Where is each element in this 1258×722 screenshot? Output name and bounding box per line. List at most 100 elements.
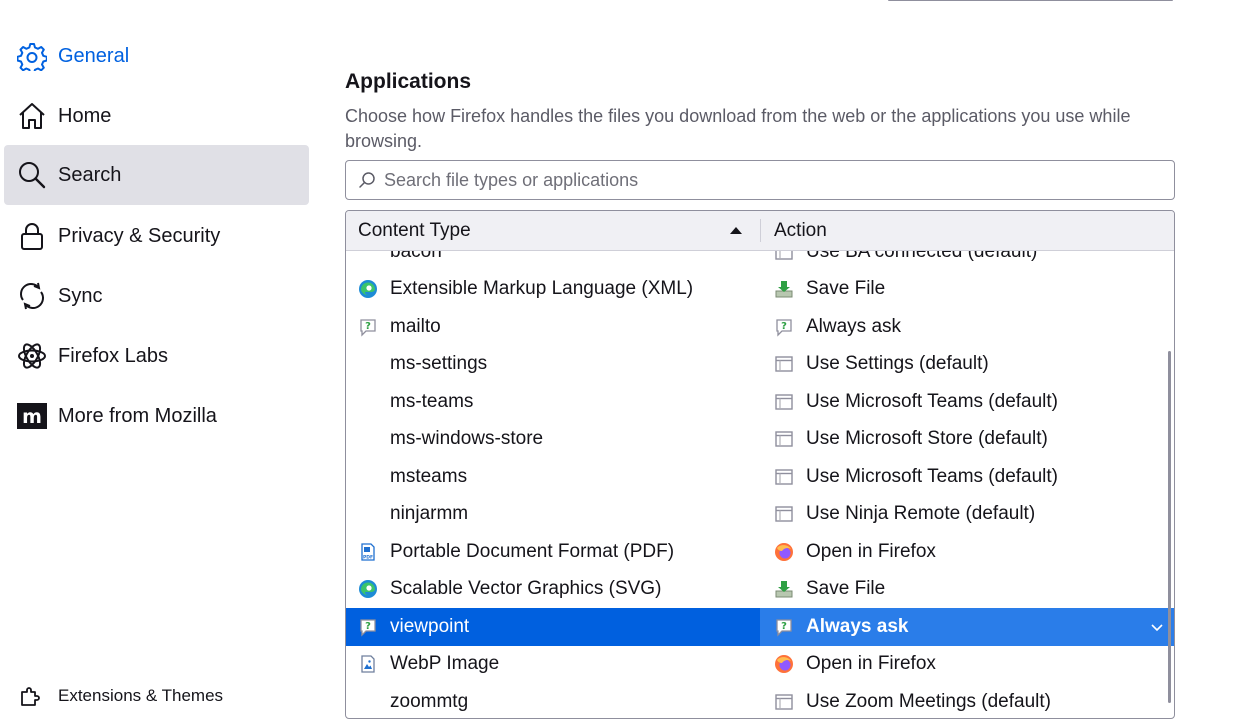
top-divider <box>888 0 1173 1</box>
content-type-cell: ms-teams <box>358 383 758 421</box>
action-label: Use BA connected (default) <box>806 251 1038 262</box>
table-row[interactable]: Extensible Markup Language (XML) Save Fil… <box>346 271 1174 309</box>
table-row[interactable]: ninjarmm Use Ninja Remote (default) <box>346 496 1174 534</box>
table-header: Content Type Action <box>346 211 1174 251</box>
lock-icon <box>16 220 48 252</box>
gear-icon <box>16 40 48 72</box>
action-label: Open in Firefox <box>806 540 936 562</box>
table-row[interactable]: ms-windows-store Use Microsoft Store (def… <box>346 421 1174 459</box>
content-type-label: bacon <box>390 251 442 262</box>
sidebar-item-sync[interactable]: Sync <box>4 266 309 326</box>
firefox-icon <box>774 542 794 562</box>
sidebar-item-label: Privacy & Security <box>58 224 221 247</box>
image-file-icon <box>358 654 378 674</box>
extensions-themes-label: Extensions & Themes <box>58 686 224 705</box>
svg-text:?: ? <box>365 321 371 332</box>
sidebar-item-home[interactable]: Home <box>4 86 309 146</box>
app-icon <box>774 251 794 262</box>
svg-text:PDF: PDF <box>363 554 373 560</box>
action-label: Use Microsoft Teams (default) <box>806 390 1059 412</box>
table-row[interactable]: ms-settings Use Settings (default) <box>346 346 1174 384</box>
firefox-icon <box>774 654 794 674</box>
save-file-icon <box>774 579 794 599</box>
content-type-label: Scalable Vector Graphics (SVG) <box>390 578 662 600</box>
table-row[interactable]: msteams Use Microsoft Teams (default) <box>346 458 1174 496</box>
sidebar-item-search[interactable]: Search <box>4 145 309 205</box>
search-box <box>345 160 1175 200</box>
app-icon <box>774 504 794 524</box>
svg-text:?: ? <box>781 321 787 332</box>
sidebar-item-label: Firefox Labs <box>58 344 169 367</box>
content-type-cell: bacon <box>358 251 758 271</box>
action-label: Use Settings (default) <box>806 353 989 375</box>
sidebar-item-label: Search <box>58 163 122 186</box>
action-label: Use Microsoft Store (default) <box>806 428 1048 450</box>
search-icon <box>358 170 378 190</box>
content-type-cell: msteams <box>358 458 758 496</box>
content-type-column-header[interactable]: Content Type <box>358 211 748 250</box>
scrollbar[interactable] <box>1168 351 1171 703</box>
table-row[interactable]: ? viewpoint? Always ask <box>346 608 1174 646</box>
table-row[interactable]: Scalable Vector Graphics (SVG) Save File <box>346 571 1174 609</box>
app-icon <box>774 467 794 487</box>
action-cell: Use Microsoft Teams (default) <box>774 383 1164 421</box>
svg-text:m: m <box>22 406 42 428</box>
action-cell: Use Zoom Meetings (default) <box>774 683 1164 718</box>
sidebar-item-firefox-labs[interactable]: Firefox Labs <box>4 326 309 386</box>
edge-icon <box>358 279 378 299</box>
action-cell[interactable]: ? Always ask <box>774 608 1164 646</box>
table-row[interactable]: zoommtg Use Zoom Meetings (default) <box>346 683 1174 718</box>
content-type-label: mailto <box>390 315 441 337</box>
action-label: Use Microsoft Teams (default) <box>806 465 1059 487</box>
content-type-label: Extensible Markup Language (XML) <box>390 278 694 300</box>
table-body: bacon Use BA connected (default) Extensibl… <box>346 251 1174 718</box>
app-icon <box>774 692 794 712</box>
content-type-cell: ms-windows-store <box>358 421 758 459</box>
action-cell: ? Always ask <box>774 308 1164 346</box>
sidebar-item-label: More from Mozilla <box>58 404 217 427</box>
app-icon <box>774 429 794 449</box>
atom-icon <box>16 340 48 372</box>
sync-icon <box>16 280 48 312</box>
content-type-cell: ? mailto <box>358 308 758 346</box>
content-type-cell: PDF Portable Document Format (PDF) <box>358 533 758 571</box>
sidebar-item-privacy[interactable]: Privacy & Security <box>4 206 309 266</box>
sort-ascending-icon <box>730 227 742 234</box>
action-column-header[interactable]: Action <box>774 211 827 250</box>
action-header-label: Action <box>774 219 827 241</box>
app-icon <box>774 354 794 374</box>
ask-icon: ? <box>774 617 794 637</box>
table-row[interactable]: WebP Image Open in Firefox <box>346 646 1174 684</box>
action-label: Always ask <box>806 315 902 337</box>
action-cell: Save File <box>774 271 1164 309</box>
table-row[interactable]: ms-teams Use Microsoft Teams (default) <box>346 383 1174 421</box>
content-type-cell: ms-settings <box>358 346 758 384</box>
sidebar-item-more-from-mozilla[interactable]: m More from Mozilla <box>4 386 309 446</box>
sidebar-item-label: Home <box>58 104 112 127</box>
ask-icon: ? <box>358 317 378 337</box>
content-type-cell: ? viewpoint <box>358 608 758 646</box>
action-label: Always ask <box>806 615 909 637</box>
action-cell: Use Settings (default) <box>774 346 1164 384</box>
sidebar-item-general[interactable]: General <box>4 26 309 86</box>
sidebar-item-label: General <box>58 44 130 67</box>
action-label: Save File <box>806 578 886 600</box>
edge-icon <box>358 579 378 599</box>
content-type-cell: zoommtg <box>358 683 758 718</box>
extensions-themes-link[interactable]: Extensions & Themes <box>18 684 223 708</box>
action-cell: Use BA connected (default) <box>774 251 1164 271</box>
content-type-cell: ninjarmm <box>358 496 758 534</box>
table-row[interactable]: PDF Portable Document Format (PDF) Open in… <box>346 533 1174 571</box>
sidebar: General Home Search Privacy & Security S… <box>0 0 320 722</box>
section-heading: Applications <box>345 70 472 93</box>
search-input[interactable] <box>382 168 1174 192</box>
action-cell: Use Microsoft Teams (default) <box>774 458 1164 496</box>
table-row[interactable]: bacon Use BA connected (default) <box>346 251 1174 271</box>
content-type-cell: Scalable Vector Graphics (SVG) <box>358 571 758 609</box>
ask-icon: ? <box>358 617 378 637</box>
svg-text:?: ? <box>781 621 787 632</box>
content-type-cell: Extensible Markup Language (XML) <box>358 271 758 309</box>
content-type-label: WebP Image <box>390 653 500 675</box>
content-type-label: Portable Document Format (PDF) <box>390 540 675 562</box>
table-row[interactable]: ? mailto? Always ask <box>346 308 1174 346</box>
